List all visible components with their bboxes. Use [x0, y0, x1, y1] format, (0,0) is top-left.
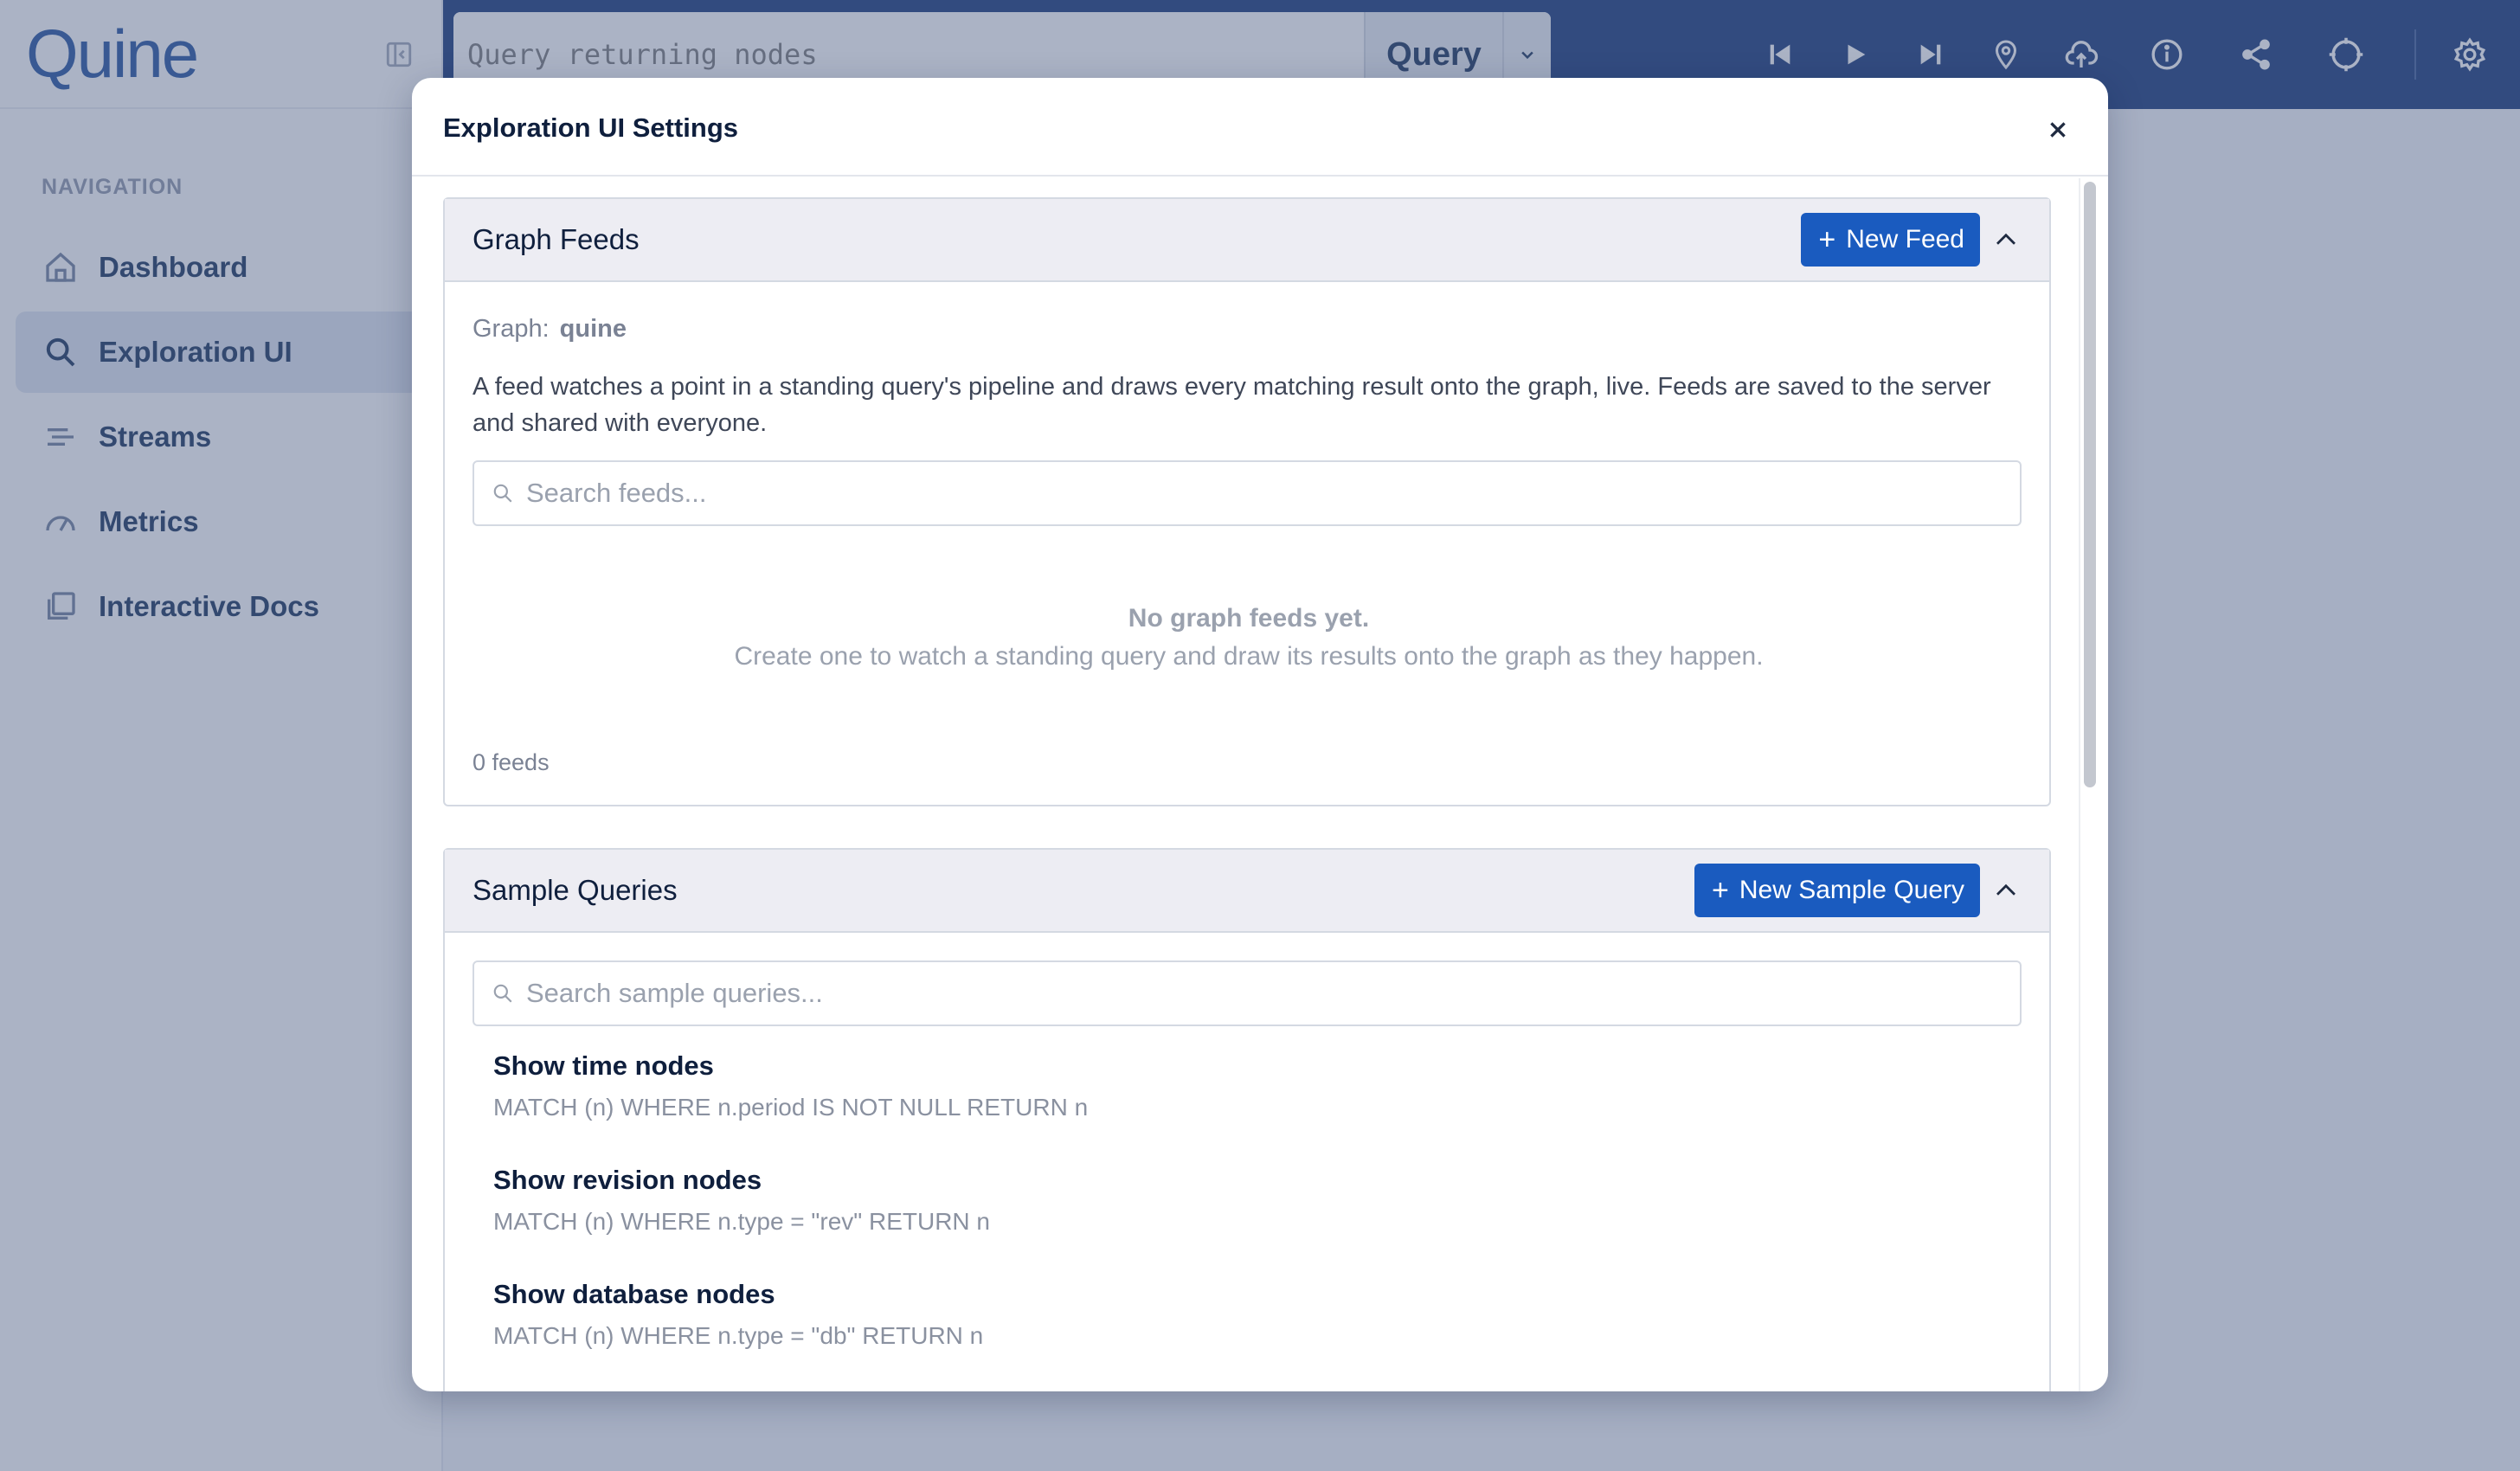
close-button[interactable]	[2042, 114, 2073, 145]
modal-title: Exploration UI Settings	[443, 112, 739, 143]
collapse-sample-queries-button[interactable]	[1990, 876, 2022, 907]
sample-query-text: MATCH (n) WHERE n.type = "db" RETURN n	[493, 1322, 984, 1349]
graph-feeds-header: Graph Feeds + New Feed	[445, 199, 2049, 282]
search-feeds-input[interactable]	[526, 478, 1997, 509]
new-feed-button[interactable]: + New Feed	[1801, 213, 1980, 267]
sample-query-name: Show revision nodes	[493, 1165, 762, 1195]
settings-modal: Exploration UI Settings Graph Feeds + Ne…	[412, 78, 2108, 1391]
empty-state-title: No graph feeds yet.	[1128, 604, 1370, 633]
sample-query-item[interactable]: Show time nodes MATCH (n) WHERE n.period…	[493, 1050, 1088, 1121]
graph-feeds-panel: Graph Feeds + New Feed Graph: quine A fee…	[443, 197, 2051, 806]
graph-feeds-title: Graph Feeds	[472, 223, 640, 255]
modal-scrollbar[interactable]	[2084, 182, 2096, 787]
search-feeds-box	[472, 460, 2022, 526]
new-sample-query-button[interactable]: + New Sample Query	[1694, 864, 1980, 917]
sample-queries-header: Sample Queries + New Sample Query	[445, 850, 2049, 933]
graph-feeds-description: A feed watches a point in a standing que…	[472, 373, 1991, 437]
sample-queries-title: Sample Queries	[472, 874, 678, 906]
search-icon	[493, 984, 512, 1003]
sample-query-name: Show database nodes	[493, 1279, 775, 1309]
search-icon	[493, 484, 512, 503]
empty-state-subtitle: Create one to watch a standing query and…	[734, 642, 1764, 671]
sample-queries-panel: Sample Queries + New Sample Query Show t…	[443, 848, 2051, 1391]
search-sample-queries-box	[472, 960, 2022, 1026]
chevron-up-icon	[1996, 233, 2015, 245]
close-icon	[2050, 122, 2066, 138]
plus-icon: +	[1712, 874, 1729, 907]
graph-selector: Graph: quine	[472, 315, 627, 344]
scroll-track	[2079, 178, 2080, 1391]
chevron-up-icon	[1996, 883, 2015, 896]
new-sample-query-label: New Sample Query	[1739, 876, 1964, 904]
feeds-count: 0 feeds	[472, 749, 550, 775]
graph-name: quine	[559, 315, 627, 343]
new-feed-label: New Feed	[1846, 225, 1964, 254]
sample-query-text: MATCH (n) WHERE n.type = "rev" RETURN n	[493, 1208, 990, 1235]
modal-header: Exploration UI Settings	[412, 78, 2108, 177]
sample-query-text: MATCH (n) WHERE n.period IS NOT NULL RET…	[493, 1094, 1089, 1121]
plus-icon: +	[1818, 223, 1836, 256]
search-sample-queries-input[interactable]	[526, 978, 1997, 1009]
sample-query-item[interactable]: Show database nodes MATCH (n) WHERE n.ty…	[493, 1279, 983, 1350]
sample-query-item[interactable]: Show revision nodes MATCH (n) WHERE n.ty…	[493, 1165, 990, 1236]
collapse-graph-feeds-button[interactable]	[1990, 225, 2022, 256]
sample-query-name: Show time nodes	[493, 1050, 714, 1081]
graph-label: Graph:	[472, 315, 550, 343]
